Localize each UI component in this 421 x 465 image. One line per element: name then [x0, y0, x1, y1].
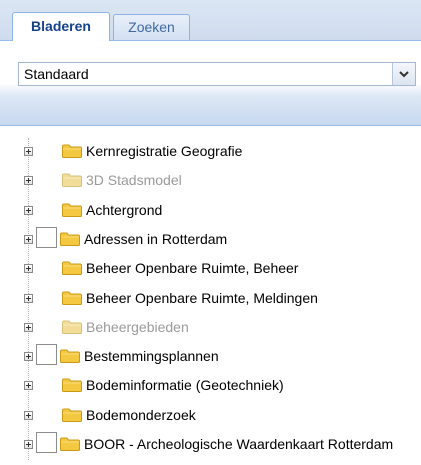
folder-icon: [60, 232, 80, 246]
expand-plus-icon[interactable]: [24, 294, 33, 303]
chevron-down-icon[interactable]: [392, 63, 415, 85]
folder-icon: [60, 437, 80, 451]
tree-node-label: Beheer Openbare Ruimte, Meldingen: [86, 290, 318, 306]
tree-node-label: 3D Stadsmodel: [86, 172, 182, 188]
expand-plus-icon[interactable]: [24, 147, 33, 156]
folder-icon: [60, 349, 80, 363]
layer-checkbox[interactable]: [36, 227, 57, 248]
folder-icon: [62, 320, 82, 334]
layer-browser-panel: Bladeren Zoeken Standaard Kernregistrati…: [0, 0, 421, 465]
expand-plus-icon[interactable]: [24, 352, 33, 361]
expand-plus-icon[interactable]: [24, 381, 33, 390]
expand-plus-icon[interactable]: [24, 176, 33, 185]
tree-node[interactable]: Beheergebieden: [0, 314, 421, 343]
tree-node-label: Bodeminformatie (Geotechniek): [86, 377, 284, 393]
tree-node[interactable]: Bodemonderzoek: [0, 402, 421, 431]
folder-icon: [62, 203, 82, 217]
tree-node[interactable]: Achtergrond: [0, 197, 421, 226]
tree-node-label: BOOR - Archeologische Waardenkaart Rotte…: [84, 436, 394, 452]
tree-node[interactable]: 3D Stadsmodel: [0, 167, 421, 196]
expand-plus-icon[interactable]: [24, 411, 33, 420]
layer-checkbox[interactable]: [36, 432, 57, 453]
tree-node[interactable]: Bestemmingsplannen: [0, 343, 421, 372]
tree-node-label: Beheer Openbare Ruimte, Beheer: [86, 260, 299, 276]
tree-node[interactable]: BOOR - Archeologische Waardenkaart Rotte…: [0, 431, 421, 460]
expand-plus-icon[interactable]: [24, 235, 33, 244]
tab-strip: Bladeren Zoeken: [0, 0, 421, 41]
expand-plus-icon[interactable]: [24, 323, 33, 332]
expand-plus-icon[interactable]: [24, 440, 33, 449]
expand-plus-icon[interactable]: [24, 264, 33, 273]
tree-node-label: Bestemmingsplannen: [84, 348, 219, 364]
tree-node-label: Achtergrond: [86, 202, 163, 218]
folder-icon: [62, 173, 82, 187]
tree-node-label: Kernregistratie Geografie: [86, 143, 243, 159]
folder-icon: [62, 408, 82, 422]
tree-node-label: Bodemonderzoek: [86, 407, 196, 423]
layer-checkbox[interactable]: [36, 344, 57, 365]
tree-node[interactable]: Kernregistratie Geografie: [0, 138, 421, 167]
tree-node-label: Beheergebieden: [86, 319, 189, 335]
tree-node[interactable]: Beheer Openbare Ruimte, Beheer: [0, 255, 421, 284]
tab-zoeken[interactable]: Zoeken: [113, 14, 190, 40]
tree-node[interactable]: Bodeminformatie (Geotechniek): [0, 372, 421, 401]
expand-plus-icon[interactable]: [24, 206, 33, 215]
folder-icon: [62, 144, 82, 158]
folder-icon: [62, 261, 82, 275]
layer-set-select-value: Standaard: [24, 66, 89, 82]
toolbar: Standaard: [0, 41, 421, 126]
tree-node-label: Adressen in Rotterdam: [84, 231, 228, 247]
tree-node[interactable]: Beheer Openbare Ruimte, Meldingen: [0, 285, 421, 314]
layer-set-select[interactable]: Standaard: [18, 62, 416, 86]
tree-node[interactable]: Adressen in Rotterdam: [0, 226, 421, 255]
tab-bladeren[interactable]: Bladeren: [12, 12, 110, 41]
folder-icon: [62, 291, 82, 305]
folder-icon: [62, 378, 82, 392]
